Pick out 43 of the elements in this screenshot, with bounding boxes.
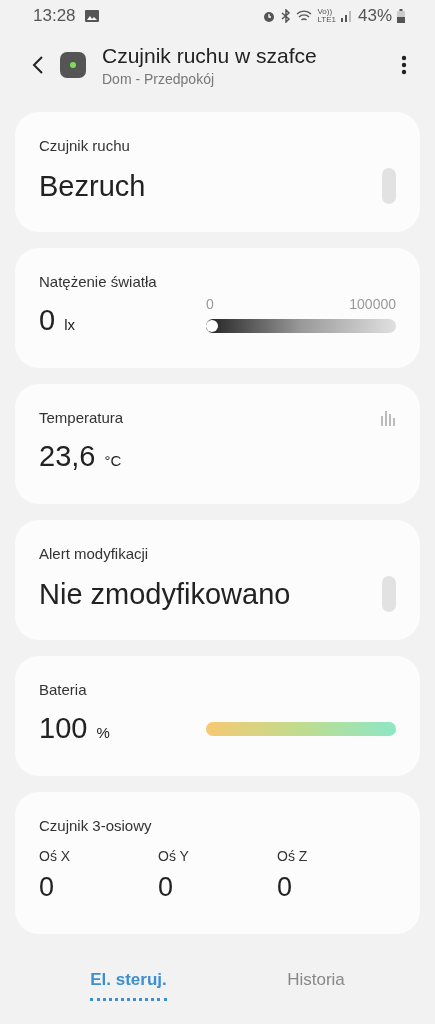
unit-label: °C	[104, 452, 122, 469]
page-subtitle: Dom - Przedpokój	[102, 70, 216, 87]
unit-label: lx	[64, 316, 75, 333]
card-label: Alert modyfikacji	[39, 545, 149, 562]
alarm-icon	[262, 9, 277, 23]
slider-thumb[interactable]	[206, 320, 218, 332]
battery-icon	[397, 9, 405, 23]
tab[interactable]: El. steruj.	[90, 970, 167, 1001]
network-label: LTE1	[317, 16, 336, 24]
back-icon[interactable]	[32, 55, 44, 75]
scale-max: 100000	[349, 296, 396, 312]
light-slider[interactable]	[206, 319, 396, 333]
more-icon[interactable]	[401, 55, 407, 75]
reading-value: 100	[39, 712, 88, 744]
device-icon	[60, 52, 86, 78]
tab[interactable]: Historia	[287, 970, 345, 1001]
bluetooth-icon	[281, 9, 292, 23]
axis-value: 0	[277, 872, 294, 903]
unit-label: %	[96, 724, 110, 741]
network-label: Vo))	[317, 8, 333, 16]
axis-label: Oś Y	[158, 848, 190, 864]
reading-value: 0	[39, 304, 56, 336]
card-label: Czujnik ruchu	[39, 137, 130, 154]
signal-icon	[340, 10, 353, 22]
battery-percent: 43%	[357, 6, 392, 26]
scale-min: 0	[206, 296, 214, 312]
reading-value: 23,6	[39, 440, 96, 472]
axis-label: Oś X	[39, 848, 72, 864]
card-label: Natężenie światła	[39, 273, 157, 290]
toggle-switch[interactable]	[382, 576, 396, 612]
toggle-switch[interactable]	[382, 168, 396, 204]
clock: 13:28	[33, 6, 76, 26]
card-label: Bateria	[39, 681, 87, 698]
wifi-icon	[296, 9, 313, 23]
axis-label: Oś Z	[277, 848, 309, 864]
page-title: Czujnik ruchu w szafce	[102, 43, 318, 68]
state-value: Bezruch	[39, 169, 146, 203]
card-label: Temperatura	[39, 409, 124, 426]
image-icon	[84, 10, 99, 22]
state-value: Nie zmodyfikowano	[39, 577, 291, 611]
axis-value: 0	[39, 872, 56, 903]
card-label: Czujnik 3-osiowy	[39, 817, 152, 834]
axis-value: 0	[158, 872, 175, 903]
